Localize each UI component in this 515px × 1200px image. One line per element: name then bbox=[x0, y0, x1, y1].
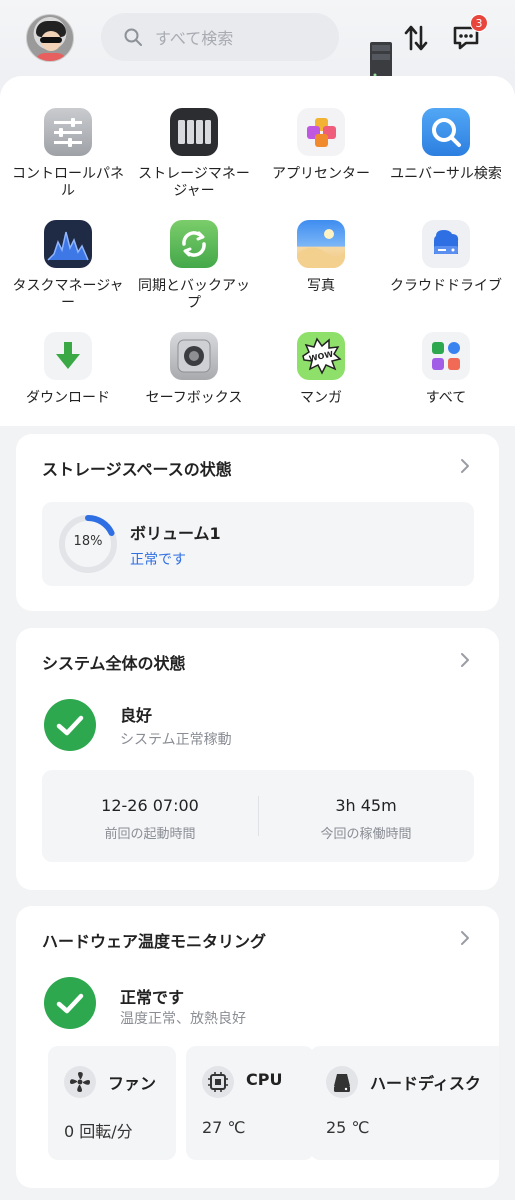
hardware-status-sub: 温度正常、放熱良好 bbox=[120, 1011, 246, 1027]
app-label: 写真 bbox=[307, 278, 335, 294]
cloud-drive-icon bbox=[422, 220, 470, 268]
sync-backup-icon bbox=[170, 220, 218, 268]
app-label: ダウンロード bbox=[26, 390, 110, 406]
app-sync-backup[interactable]: 同期とバックアップ bbox=[130, 220, 258, 312]
fan-value: 0 回転/分 bbox=[64, 1122, 133, 1141]
uptime-value: 3h 45m bbox=[335, 796, 397, 815]
storage-manager-icon bbox=[170, 108, 218, 156]
system-status-card[interactable]: システム全体の状態 良好 システム正常稼動 12-26 07:00 前回の起動時… bbox=[16, 628, 499, 890]
manga-icon: WOW bbox=[297, 332, 345, 380]
usage-percent: 18% bbox=[73, 534, 103, 549]
last-boot-label: 前回の起動時間 bbox=[104, 827, 196, 842]
app-label: セーフボックス bbox=[145, 390, 243, 406]
app-download[interactable]: ダウンロード bbox=[4, 332, 132, 407]
cpu-icon bbox=[202, 1066, 234, 1098]
app-storage-manager[interactable]: ストレージマネージャー bbox=[130, 108, 258, 200]
all-apps-icon bbox=[422, 332, 470, 380]
cpu-tile[interactable]: CPU 27 ℃ bbox=[186, 1046, 314, 1160]
app-grid: コントロールパネル ストレージマネージャー アプリセンター ユニバーサル検索 タ… bbox=[0, 76, 515, 426]
check-icon bbox=[44, 977, 96, 1029]
avatar-shirt bbox=[35, 53, 67, 61]
cpu-value: 27 ℃ bbox=[202, 1118, 246, 1137]
universal-search-icon bbox=[422, 108, 470, 156]
app-control-panel[interactable]: コントロールパネル bbox=[4, 108, 132, 200]
app-all[interactable]: すべて bbox=[382, 332, 510, 407]
system-status-sub: システム正常稼動 bbox=[120, 732, 232, 748]
last-boot-value: 12-26 07:00 bbox=[101, 796, 199, 815]
fan-icon bbox=[64, 1066, 96, 1098]
hard-disk-icon bbox=[326, 1066, 358, 1098]
app-center-icon bbox=[297, 108, 345, 156]
app-label: タスクマネージャー bbox=[12, 278, 124, 311]
volume-panel[interactable]: 18% ボリューム1 正常です bbox=[42, 502, 474, 586]
nas-device-icon bbox=[370, 42, 392, 80]
main-panel: コントロールパネル ストレージマネージャー アプリセンター ユニバーサル検索 タ… bbox=[0, 76, 515, 1200]
task-manager-icon bbox=[44, 220, 92, 268]
hardware-card-title: ハードウェア温度モニタリング bbox=[42, 932, 267, 951]
chevron-right-icon[interactable] bbox=[459, 458, 471, 474]
uptime-panel: 12-26 07:00 前回の起動時間 3h 45m 今回の稼働時間 bbox=[42, 770, 474, 862]
hard-disk-tile[interactable]: ハードディスク 25 ℃ bbox=[310, 1046, 499, 1160]
storage-status-card[interactable]: ストレージスペースの状態 18% ボリューム1 正常です bbox=[16, 434, 499, 611]
volume-status: 正常です bbox=[130, 552, 186, 568]
app-label: 同期とバックアップ bbox=[138, 278, 250, 311]
app-task-manager[interactable]: タスクマネージャー bbox=[4, 220, 132, 312]
app-label: アプリセンター bbox=[272, 166, 370, 182]
storage-card-title: ストレージスペースの状態 bbox=[42, 460, 232, 479]
app-label: マンガ bbox=[300, 390, 342, 406]
control-panel-icon bbox=[44, 108, 92, 156]
hard-disk-label: ハードディスク bbox=[370, 1074, 481, 1093]
system-status: 良好 bbox=[120, 706, 153, 725]
hard-disk-value: 25 ℃ bbox=[326, 1118, 370, 1137]
volume-name: ボリューム1 bbox=[130, 524, 221, 543]
safebox-icon bbox=[170, 332, 218, 380]
top-bar: すべて検索 3 bbox=[0, 0, 515, 80]
app-universal-search[interactable]: ユニバーサル検索 bbox=[382, 108, 510, 183]
app-label: クラウドドライブ bbox=[390, 278, 502, 294]
notification-badge: 3 bbox=[470, 14, 488, 32]
app-safebox[interactable]: セーフボックス bbox=[130, 332, 258, 407]
app-app-center[interactable]: アプリセンター bbox=[257, 108, 385, 183]
search-input[interactable]: すべて検索 bbox=[101, 13, 339, 61]
check-icon bbox=[44, 699, 96, 751]
search-placeholder: すべて検索 bbox=[155, 29, 234, 48]
app-cloud-drive[interactable]: クラウドドライブ bbox=[382, 220, 510, 295]
transfer-icon[interactable] bbox=[403, 24, 429, 52]
system-card-title: システム全体の状態 bbox=[42, 654, 186, 673]
avatar[interactable] bbox=[26, 14, 74, 62]
fan-tile[interactable]: ファン 0 回転/分 bbox=[48, 1046, 176, 1160]
search-icon bbox=[124, 28, 142, 46]
uptime-label: 今回の稼働時間 bbox=[320, 827, 412, 842]
chevron-right-icon[interactable] bbox=[459, 930, 471, 946]
app-label: ユニバーサル検索 bbox=[390, 166, 502, 182]
download-icon bbox=[44, 332, 92, 380]
app-photos[interactable]: 写真 bbox=[257, 220, 385, 295]
avatar-glasses bbox=[40, 37, 62, 43]
hardware-temperature-card[interactable]: ハードウェア温度モニタリング 正常です 温度正常、放熱良好 ファン 0 回転/分… bbox=[16, 906, 499, 1188]
app-manga[interactable]: WOW マンガ bbox=[257, 332, 385, 407]
app-label: すべて bbox=[425, 390, 467, 406]
app-label: コントロールパネル bbox=[12, 166, 124, 199]
chevron-right-icon[interactable] bbox=[459, 652, 471, 668]
cpu-label: CPU bbox=[246, 1070, 283, 1089]
hardware-status: 正常です bbox=[120, 988, 185, 1007]
app-label: ストレージマネージャー bbox=[138, 166, 250, 199]
fan-label: ファン bbox=[108, 1074, 157, 1093]
photos-icon bbox=[297, 220, 345, 268]
